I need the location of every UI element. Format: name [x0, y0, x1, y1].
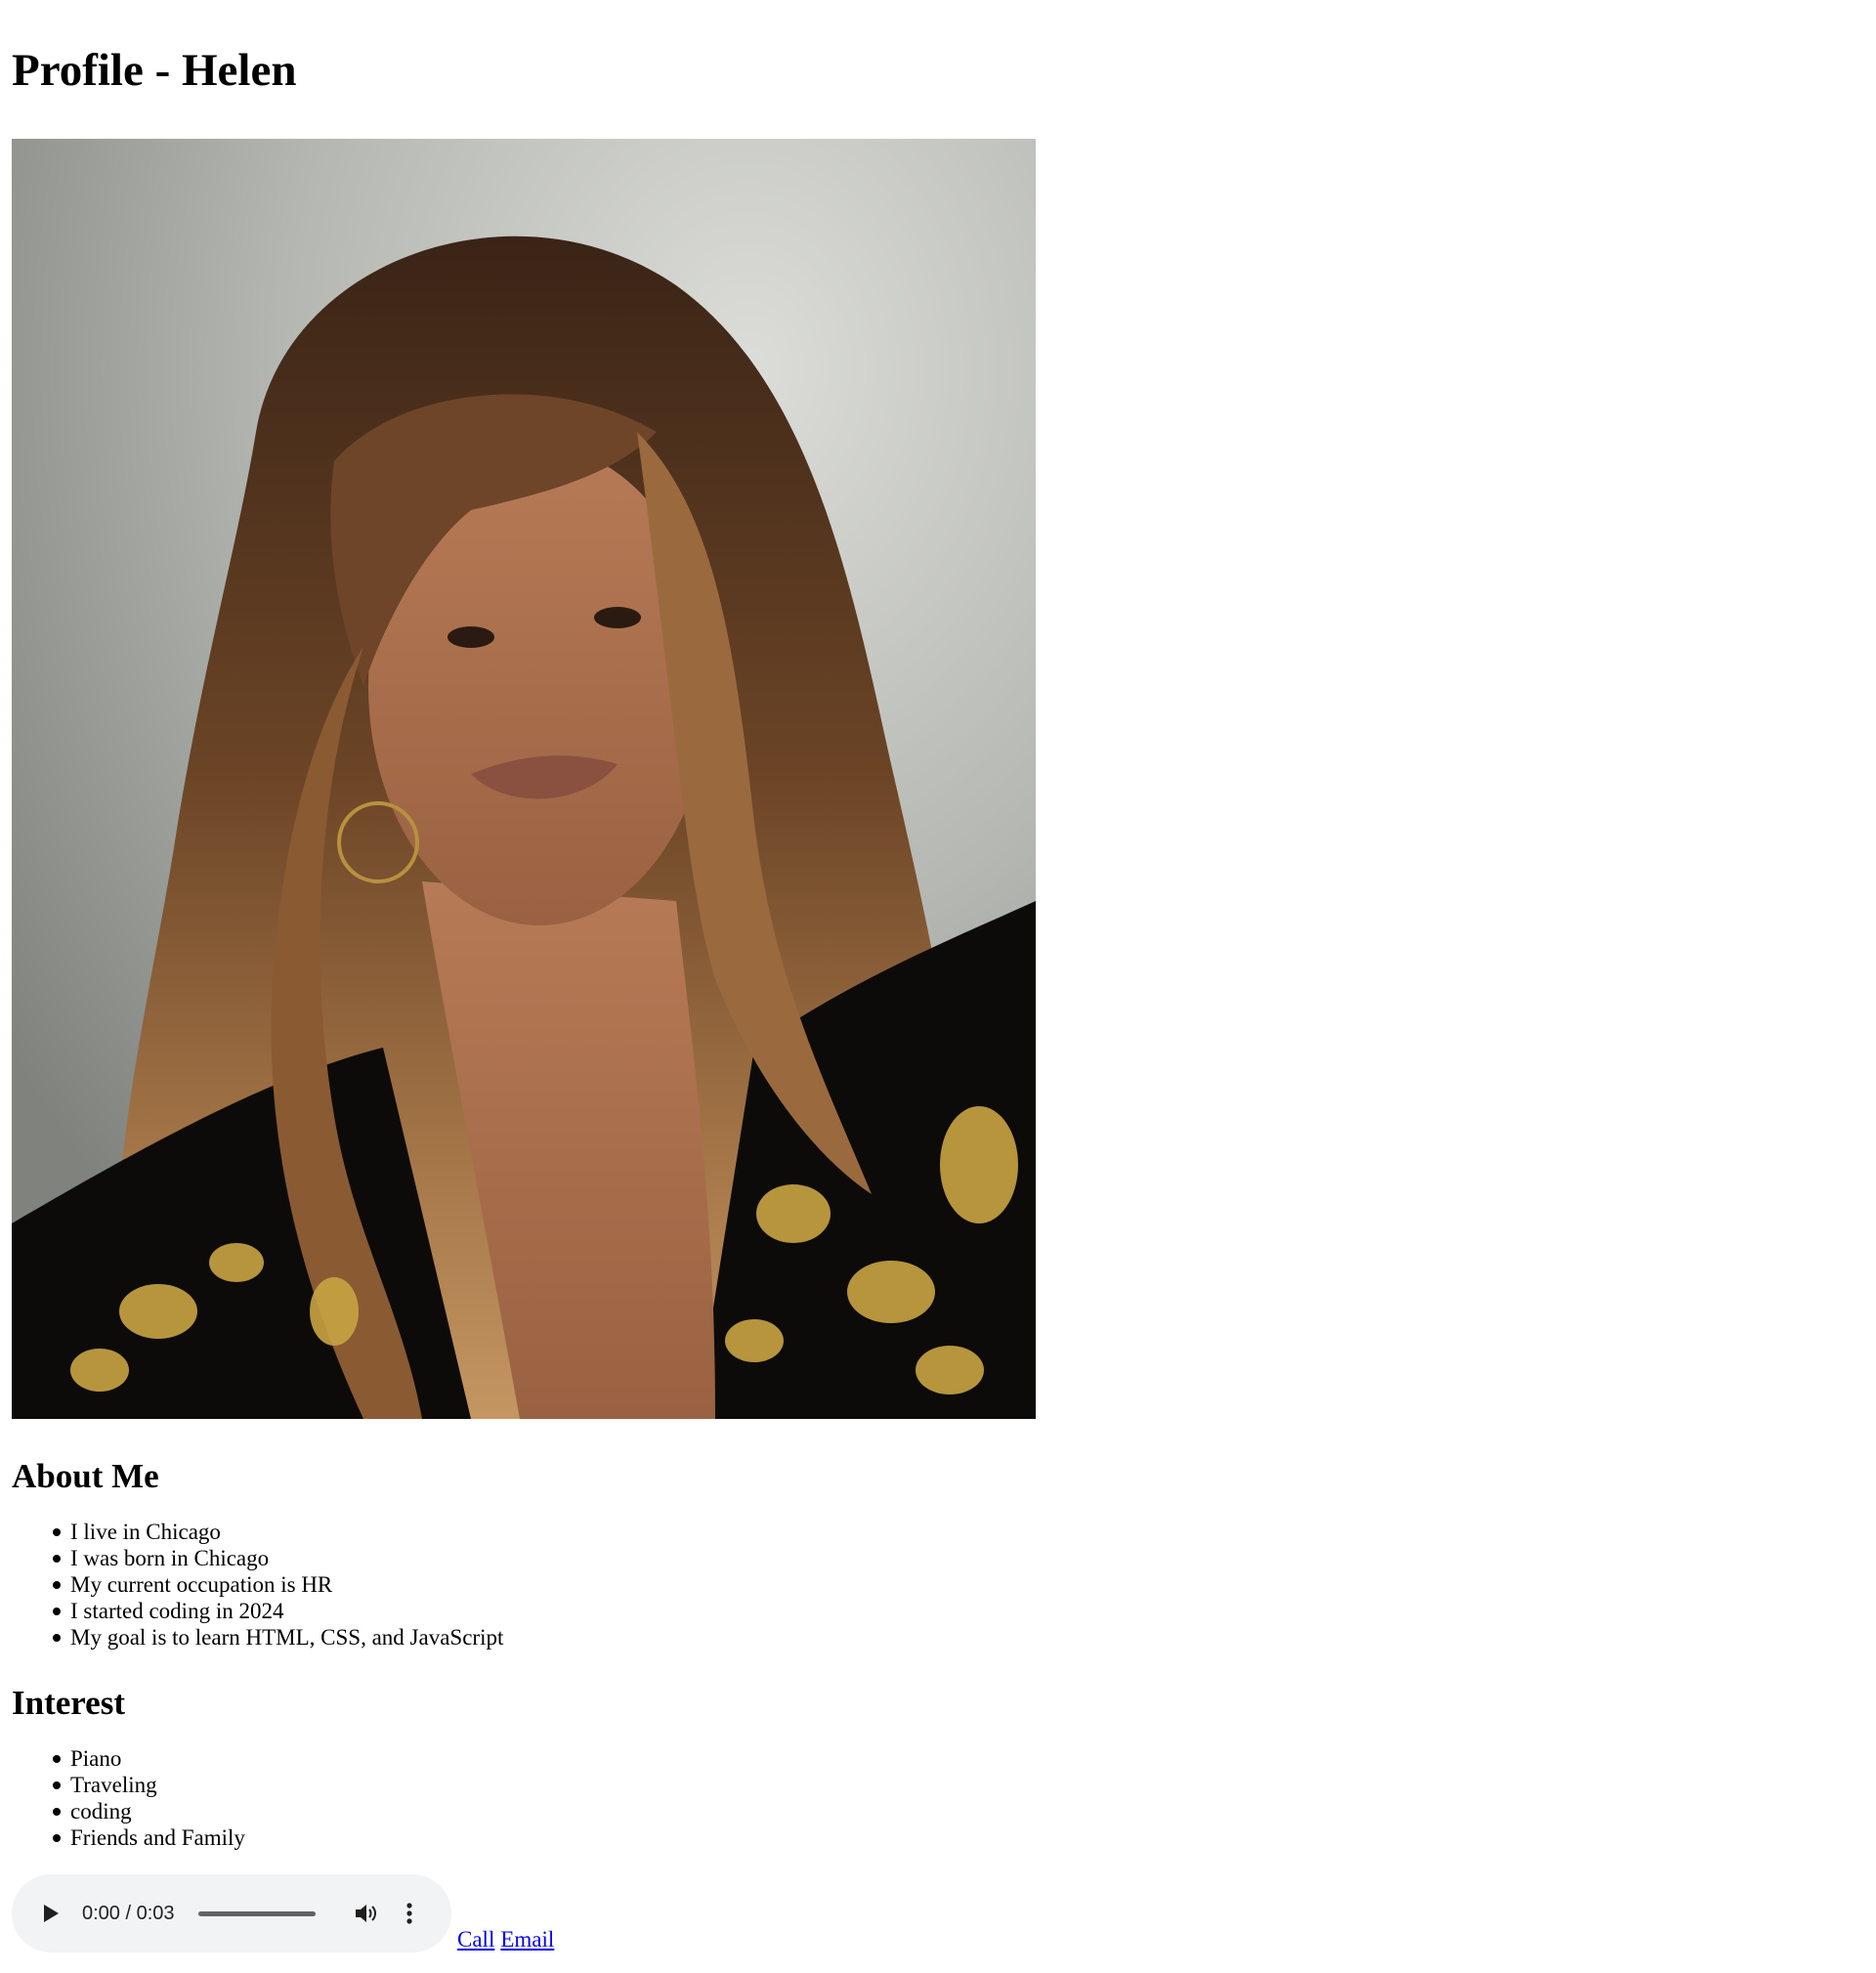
- about-list: I live in Chicago I was born in Chicago …: [12, 1519, 1876, 1651]
- list-item: My current occupation is HR: [53, 1571, 1876, 1598]
- audio-player[interactable]: 0:00 / 0:03: [12, 1874, 451, 1952]
- volume-icon[interactable]: [353, 1900, 380, 1927]
- play-icon[interactable]: [39, 1902, 63, 1925]
- about-heading: About Me: [12, 1457, 159, 1495]
- page-title: Profile - Helen: [12, 45, 297, 96]
- list-item: I started coding in 2024: [53, 1598, 1876, 1624]
- profile-page: Profile - Helen About Me I live in Chica…: [0, 0, 1876, 1952]
- list-item: My goal is to learn HTML, CSS, and JavaS…: [53, 1624, 1876, 1651]
- list-item: Traveling: [53, 1772, 1876, 1798]
- audio-time-display: 0:00 / 0:03: [82, 1902, 175, 1924]
- list-item: Piano: [53, 1745, 1876, 1772]
- audio-progress-slider[interactable]: [197, 1910, 316, 1916]
- contact-row: 0:00 / 0:03 Call Email: [12, 1874, 1876, 1952]
- interest-list: Piano Traveling coding Friends and Famil…: [12, 1745, 1876, 1851]
- list-item: coding: [53, 1798, 1876, 1824]
- more-vertical-icon[interactable]: [400, 1900, 419, 1927]
- interest-heading: Interest: [12, 1684, 125, 1722]
- list-item: I was born in Chicago: [53, 1545, 1876, 1571]
- email-link[interactable]: Email: [500, 1926, 554, 1952]
- profile-photo: [12, 139, 1036, 1419]
- list-item: I live in Chicago: [53, 1519, 1876, 1545]
- list-item: Friends and Family: [53, 1824, 1876, 1851]
- call-link[interactable]: Call: [457, 1926, 494, 1952]
